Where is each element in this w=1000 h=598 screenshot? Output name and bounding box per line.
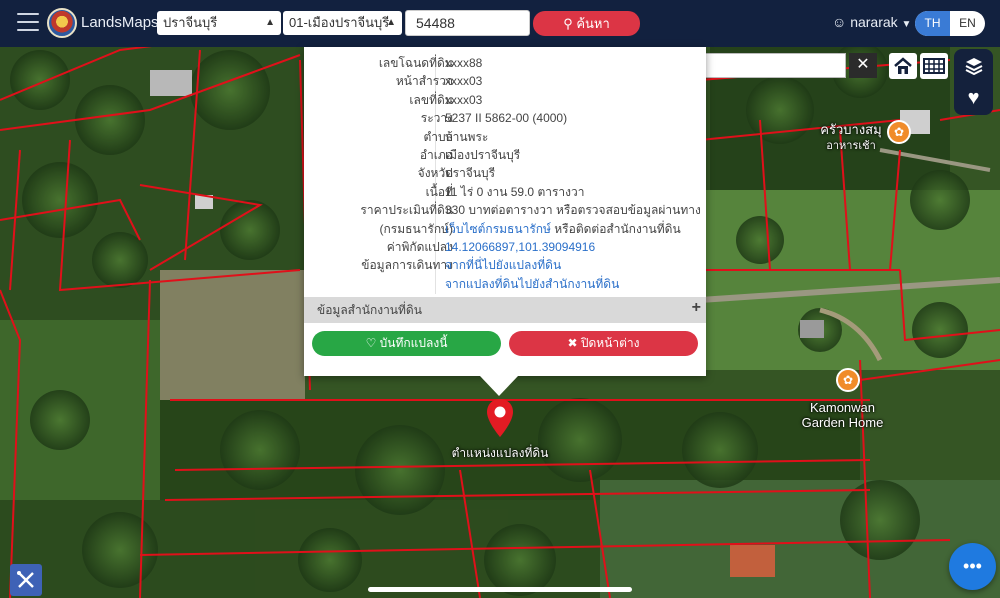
- heart-icon: ♥: [967, 86, 980, 109]
- province-value: ปราจีนบุรี: [163, 15, 218, 30]
- grid-button[interactable]: [920, 53, 948, 79]
- poi-name: Kamonwan: [809, 400, 876, 415]
- row-value: 5237 II 5862-00 (4000): [445, 111, 568, 126]
- more-options-button[interactable]: •••: [949, 543, 996, 590]
- parcel-info-popup: เลขโฉนดที่ดิน xxxx88 หน้าสำรวจ xxxx03 เล…: [304, 47, 706, 376]
- save-button-label: บันทึกแปลงนี้: [379, 336, 448, 350]
- poi-label-garden-home: Kamonwan Garden Home: [795, 400, 890, 430]
- layers-button[interactable]: [954, 51, 993, 81]
- district-select[interactable]: 01-เมืองปราจีนบุรี ▲: [283, 11, 402, 35]
- chevron-down-icon: ▼: [901, 19, 912, 30]
- restaurant-icon[interactable]: ✿: [836, 368, 860, 392]
- search-icon: ⚲: [563, 16, 573, 31]
- username: nararak: [850, 14, 898, 30]
- detail-row-treasury: (กรมธนารักษ์) เว็บไซต์กรมธนารักษ์ หรือติ…: [304, 220, 706, 238]
- popup-pointer: [480, 376, 518, 396]
- parcel-details: เลขโฉนดที่ดิน xxxx88 หน้าสำรวจ xxxx03 เล…: [304, 54, 706, 293]
- detail-row-appraisal: ราคาประเมินที่ดิน 330 บาทต่อตารางวา หรือ…: [304, 201, 706, 219]
- province-select[interactable]: ปราจีนบุรี ▲: [157, 11, 281, 35]
- directions-to-office-link[interactable]: จากแปลงที่ดินไปยังสำนักงานที่ดิน: [445, 275, 619, 293]
- row-value: เว็บไซต์กรมธนารักษ์ หรือติดต่อสำนักงานที…: [445, 220, 681, 238]
- home-icon: [894, 57, 912, 74]
- top-navigation-bar: LandsMaps ปราจีนบุรี ▲ 01-เมืองปราจีนบุร…: [0, 0, 1000, 47]
- restaurant-icon[interactable]: ✿: [887, 120, 911, 144]
- poi-name: ครัวบางสมุ: [820, 122, 882, 137]
- row-label: ราคาประเมินที่ดิน: [360, 203, 453, 218]
- row-value-suffix: หรือติดต่อสำนักงานที่ดิน: [550, 221, 681, 236]
- detail-row-district: อำเภอ เมืองปราจีนบุรี: [304, 146, 706, 164]
- detail-row-land-no: เลขที่ดิน xxxx03: [304, 91, 706, 109]
- row-value: xxxx88: [445, 56, 483, 70]
- row-label: เลขโฉนดที่ดิน: [378, 56, 453, 70]
- chevron-updown-icon: ▲: [386, 17, 396, 28]
- district-value: 01-เมืองปราจีนบุรี: [289, 15, 390, 30]
- treasury-website-link[interactable]: เว็บไซต์กรมธนารักษ์: [445, 222, 551, 236]
- parcel-number-input[interactable]: [405, 10, 530, 36]
- poi-category: อาหารเช้า: [826, 140, 876, 152]
- user-icon: ☺: [832, 14, 847, 30]
- language-switch: TH EN: [915, 11, 985, 36]
- row-value: xxxx03: [445, 92, 483, 107]
- row-label: ข้อมูลการเดินทาง: [361, 258, 453, 273]
- detail-row-survey: หน้าสำรวจ xxxx03: [304, 72, 706, 90]
- row-value: xxxx03: [445, 74, 483, 89]
- close-icon: ✖: [567, 336, 578, 350]
- lang-en-button[interactable]: EN: [950, 11, 985, 36]
- more-dots-icon: •••: [963, 556, 982, 576]
- row-label: (กรมธนารักษ์): [379, 221, 454, 236]
- detail-row-coordinates: ค่าพิกัดแปลง 14.12066897,101.39094916: [304, 238, 706, 256]
- detail-row-directions-office: จากแปลงที่ดินไปยังสำนักงานที่ดิน: [304, 275, 706, 293]
- tools-icon: [17, 571, 34, 588]
- detail-row-subdistrict: ตำบล บ้านพระ: [304, 128, 706, 146]
- row-value: ปราจีนบุรี: [445, 166, 496, 181]
- location-pin-icon[interactable]: [485, 398, 515, 438]
- detail-row-area: เนื้อที่ 11 ไร่ 0 งาน 59.0 ตารางวา: [304, 183, 706, 201]
- section-title: ข้อมูลสำนักงานที่ดิน: [317, 303, 422, 317]
- home-button[interactable]: [889, 53, 917, 79]
- row-value: บ้านพระ: [445, 129, 489, 144]
- heart-outline-icon: ♡: [365, 336, 377, 350]
- measure-tool-button[interactable]: [10, 564, 42, 596]
- favorites-button[interactable]: ♥: [954, 83, 993, 113]
- map-tools-panel: ♥: [954, 49, 993, 115]
- detail-row-map-sheet: ระวาง 5237 II 5862-00 (4000): [304, 109, 706, 127]
- grid-icon: [923, 58, 945, 74]
- chevron-updown-icon: ▲: [265, 17, 275, 28]
- directions-to-parcel-link[interactable]: จากที่นี่ไปยังแปลงที่ดิน: [445, 256, 561, 274]
- save-parcel-button[interactable]: ♡ บันทึกแปลงนี้: [312, 331, 501, 356]
- row-value: 11 ไร่ 0 งาน 59.0 ตารางวา: [445, 184, 585, 199]
- user-menu[interactable]: ☺ nararak ▼: [832, 14, 911, 30]
- expand-icon[interactable]: +: [692, 295, 701, 321]
- search-button[interactable]: ⚲ ค้นหา: [533, 11, 640, 36]
- poi-name: Garden Home: [801, 415, 884, 430]
- detail-row-directions: ข้อมูลการเดินทาง จากที่นี่ไปยังแปลงที่ดิ…: [304, 256, 706, 274]
- department-logo: [47, 8, 77, 38]
- lang-th-button[interactable]: TH: [915, 11, 950, 36]
- land-office-section-toggle[interactable]: ข้อมูลสำนักงานที่ดิน +: [304, 297, 706, 323]
- home-indicator-bar: [368, 587, 632, 592]
- poi-label-restaurant: ครัวบางสมุ อาหารเช้า: [812, 122, 890, 154]
- row-label: ค่าพิกัดแปลง: [386, 239, 453, 254]
- detail-row-province: จังหวัด ปราจีนบุรี: [304, 164, 706, 182]
- layers-icon: [965, 58, 982, 75]
- close-button-label: ปิดหน้าต่าง: [580, 336, 640, 350]
- marker-label: ตำแหน่งแปลงที่ดิน: [451, 446, 549, 460]
- coordinates-link[interactable]: 14.12066897,101.39094916: [445, 238, 595, 256]
- detail-row-deed: เลขโฉนดที่ดิน xxxx88: [304, 54, 706, 72]
- row-value: เมืองปราจีนบุรี: [445, 147, 521, 162]
- search-button-label: ค้นหา: [576, 16, 610, 31]
- close-icon[interactable]: ✕: [849, 53, 877, 78]
- close-popup-button[interactable]: ✖ ปิดหน้าต่าง: [509, 331, 698, 356]
- app-title: LandsMaps: [81, 14, 159, 31]
- row-value: 330 บาทต่อตารางวา หรือตรวจสอบข้อมูลผ่านท…: [445, 203, 701, 218]
- menu-icon[interactable]: [17, 13, 39, 31]
